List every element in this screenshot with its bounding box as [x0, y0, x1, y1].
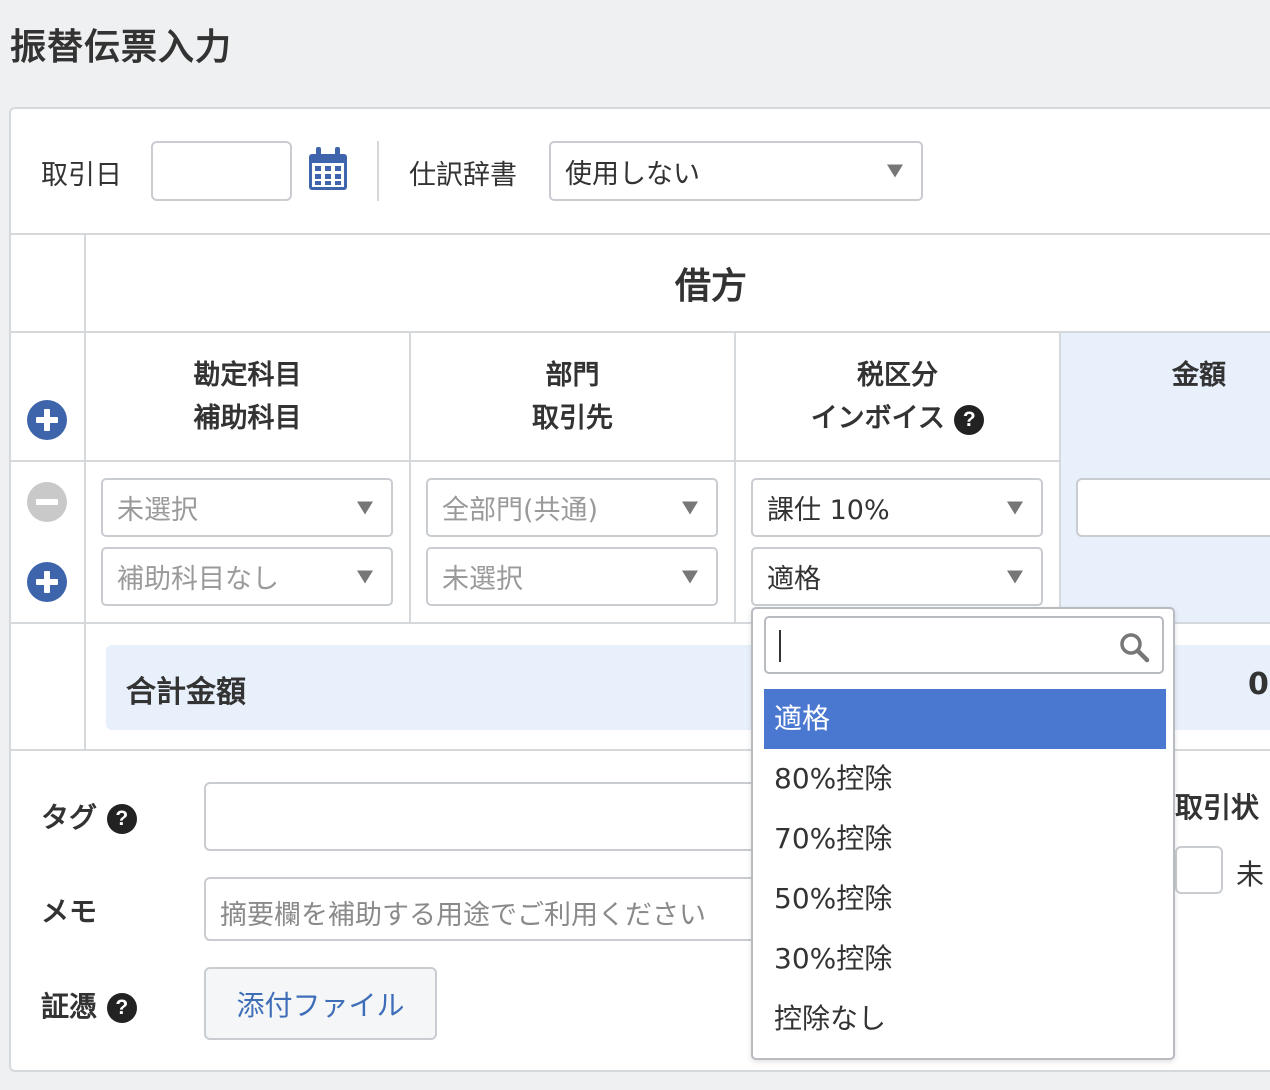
chevron-down-icon: [682, 501, 698, 514]
account-select-value: 未選択: [117, 495, 198, 526]
invoice-dropdown: 適格 80%控除 70%控除 50%控除 30%控除 控除なし: [751, 607, 1175, 1060]
dropdown-option[interactable]: 適格: [764, 689, 1166, 749]
column-header-department: 部門 取引先: [532, 360, 613, 434]
memo-placeholder: 摘要欄を補助する用途でご利用ください: [220, 900, 706, 931]
chevron-down-icon: [887, 164, 903, 178]
column-header-amount: 金額: [1172, 360, 1226, 391]
page-title: 振替伝票入力: [10, 27, 233, 68]
chevron-down-icon: [682, 570, 698, 583]
dropdown-option[interactable]: 70%控除: [764, 809, 1166, 869]
add-row-button[interactable]: [27, 400, 67, 440]
evidence-label: 証憑 ?: [41, 985, 137, 1025]
calendar-icon[interactable]: [307, 146, 349, 192]
dropdown-option[interactable]: 控除なし: [764, 989, 1166, 1049]
amount-input[interactable]: [1076, 478, 1270, 537]
dropdown-option[interactable]: 80%控除: [764, 749, 1166, 809]
sub-account-select[interactable]: 補助科目なし: [101, 547, 393, 606]
attach-file-button[interactable]: 添付ファイル: [204, 967, 437, 1040]
partner-select[interactable]: 未選択: [426, 547, 718, 606]
invoice-select[interactable]: 適格: [751, 547, 1043, 606]
chevron-down-icon: [357, 501, 373, 514]
memo-label: メモ: [41, 895, 98, 928]
dropdown-option[interactable]: 50%控除: [764, 869, 1166, 929]
tax-select[interactable]: 課仕 10%: [751, 478, 1043, 537]
tag-input[interactable]: [204, 782, 804, 851]
text-cursor: [779, 630, 781, 662]
sub-account-select-value: 補助科目なし: [117, 564, 279, 595]
status-label: 取引状: [1175, 791, 1260, 824]
dictionary-select[interactable]: 使用しない: [549, 141, 923, 201]
dictionary-label: 仕訳辞書: [409, 160, 517, 191]
chevron-down-icon: [1007, 570, 1023, 583]
tax-select-value: 課仕 10%: [767, 495, 890, 526]
debit-side-title: 借方: [674, 266, 747, 307]
column-header-account: 勘定科目 補助科目: [193, 360, 302, 434]
dropdown-option[interactable]: 30%控除: [764, 929, 1166, 989]
memo-input[interactable]: 摘要欄を補助する用途でご利用ください: [204, 877, 804, 941]
account-select[interactable]: 未選択: [101, 478, 393, 537]
chevron-down-icon: [1007, 501, 1023, 514]
search-icon: [1118, 631, 1150, 667]
chevron-down-icon: [357, 570, 373, 583]
partner-select-value: 未選択: [442, 564, 523, 595]
tag-label: タグ ?: [41, 796, 137, 836]
total-value: 0: [1248, 667, 1269, 702]
remove-row-button[interactable]: [27, 482, 67, 522]
date-input[interactable]: [151, 141, 292, 201]
status-option-label: 未: [1236, 858, 1265, 891]
status-checkbox[interactable]: [1175, 846, 1223, 894]
help-icon[interactable]: ?: [106, 993, 137, 1023]
dictionary-select-value: 使用しない: [565, 158, 700, 190]
department-select-value: 全部門(共通): [442, 495, 599, 526]
help-icon[interactable]: ?: [954, 404, 985, 435]
column-header-tax: 税区分 インボイス ?: [736, 354, 1059, 440]
dropdown-search-input[interactable]: [764, 616, 1164, 674]
total-label: 合計金額: [126, 675, 246, 710]
date-label: 取引日: [41, 160, 122, 191]
department-select[interactable]: 全部門(共通): [426, 478, 718, 537]
invoice-select-value: 適格: [767, 564, 821, 595]
insert-row-button[interactable]: [27, 562, 67, 602]
help-icon[interactable]: ?: [106, 804, 137, 834]
